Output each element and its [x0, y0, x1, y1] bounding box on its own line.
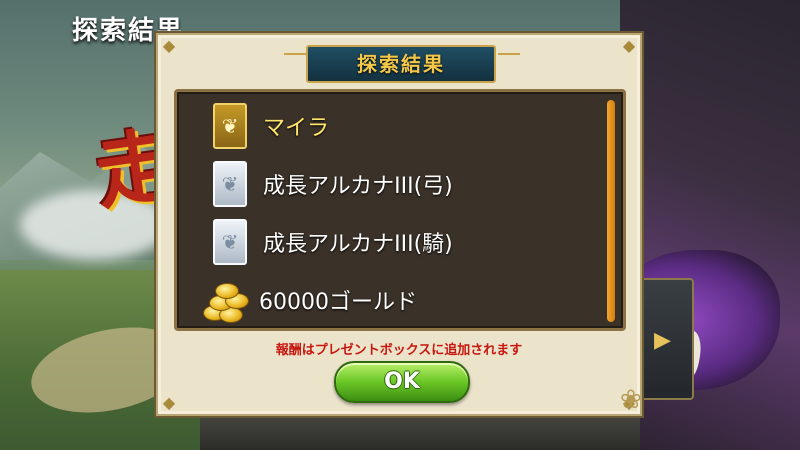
gold-coins-icon — [201, 277, 249, 323]
swirl-ornament-icon: ❀ — [620, 385, 642, 415]
reward-list[interactable]: ❦ マイラ ❦ 成長アルカナIII(弓) ❦ 成長アルカナIII(騎) 6000… — [174, 89, 626, 331]
reward-label: 成長アルカナIII(騎) — [263, 232, 453, 257]
reward-label: 成長アルカナIII(弓) — [263, 174, 453, 199]
ok-button[interactable]: OK — [334, 361, 470, 403]
exploration-result-dialog: ◆ ◆ ◆ ◆ 探索結果 ❦ マイラ ❦ 成長アルカナIII(弓) ❦ 成長アル… — [156, 33, 642, 416]
scrollbar-thumb[interactable] — [607, 100, 615, 322]
dialog-title: 探索結果 — [306, 45, 496, 83]
title-decoration — [284, 53, 306, 55]
reward-label: マイラ — [263, 116, 330, 141]
side-next-button[interactable]: ▶ — [640, 278, 694, 400]
reward-label: 60000ゴールド — [259, 290, 417, 315]
scrollbar[interactable] — [607, 100, 615, 322]
title-decoration — [498, 53, 520, 55]
silver-arcana-card-icon: ❦ — [213, 219, 247, 265]
list-item: 60000ゴールド — [201, 272, 581, 328]
silver-arcana-card-icon: ❦ — [213, 161, 247, 207]
corner-ornament-icon: ◆ — [162, 36, 176, 55]
corner-ornament-icon: ◆ — [162, 393, 176, 412]
list-item: ❦ 成長アルカナIII(騎) — [213, 214, 593, 270]
gold-arcana-card-icon: ❦ — [213, 103, 247, 149]
corner-ornament-icon: ◆ — [622, 36, 636, 55]
list-item: ❦ マイラ — [213, 98, 593, 154]
chevron-right-icon: ▶ — [654, 328, 671, 353]
notice-text: 報酬はプレゼントボックスに追加されます — [275, 343, 523, 358]
list-item: ❦ 成長アルカナIII(弓) — [213, 156, 593, 212]
bottom-scenery — [200, 410, 640, 450]
